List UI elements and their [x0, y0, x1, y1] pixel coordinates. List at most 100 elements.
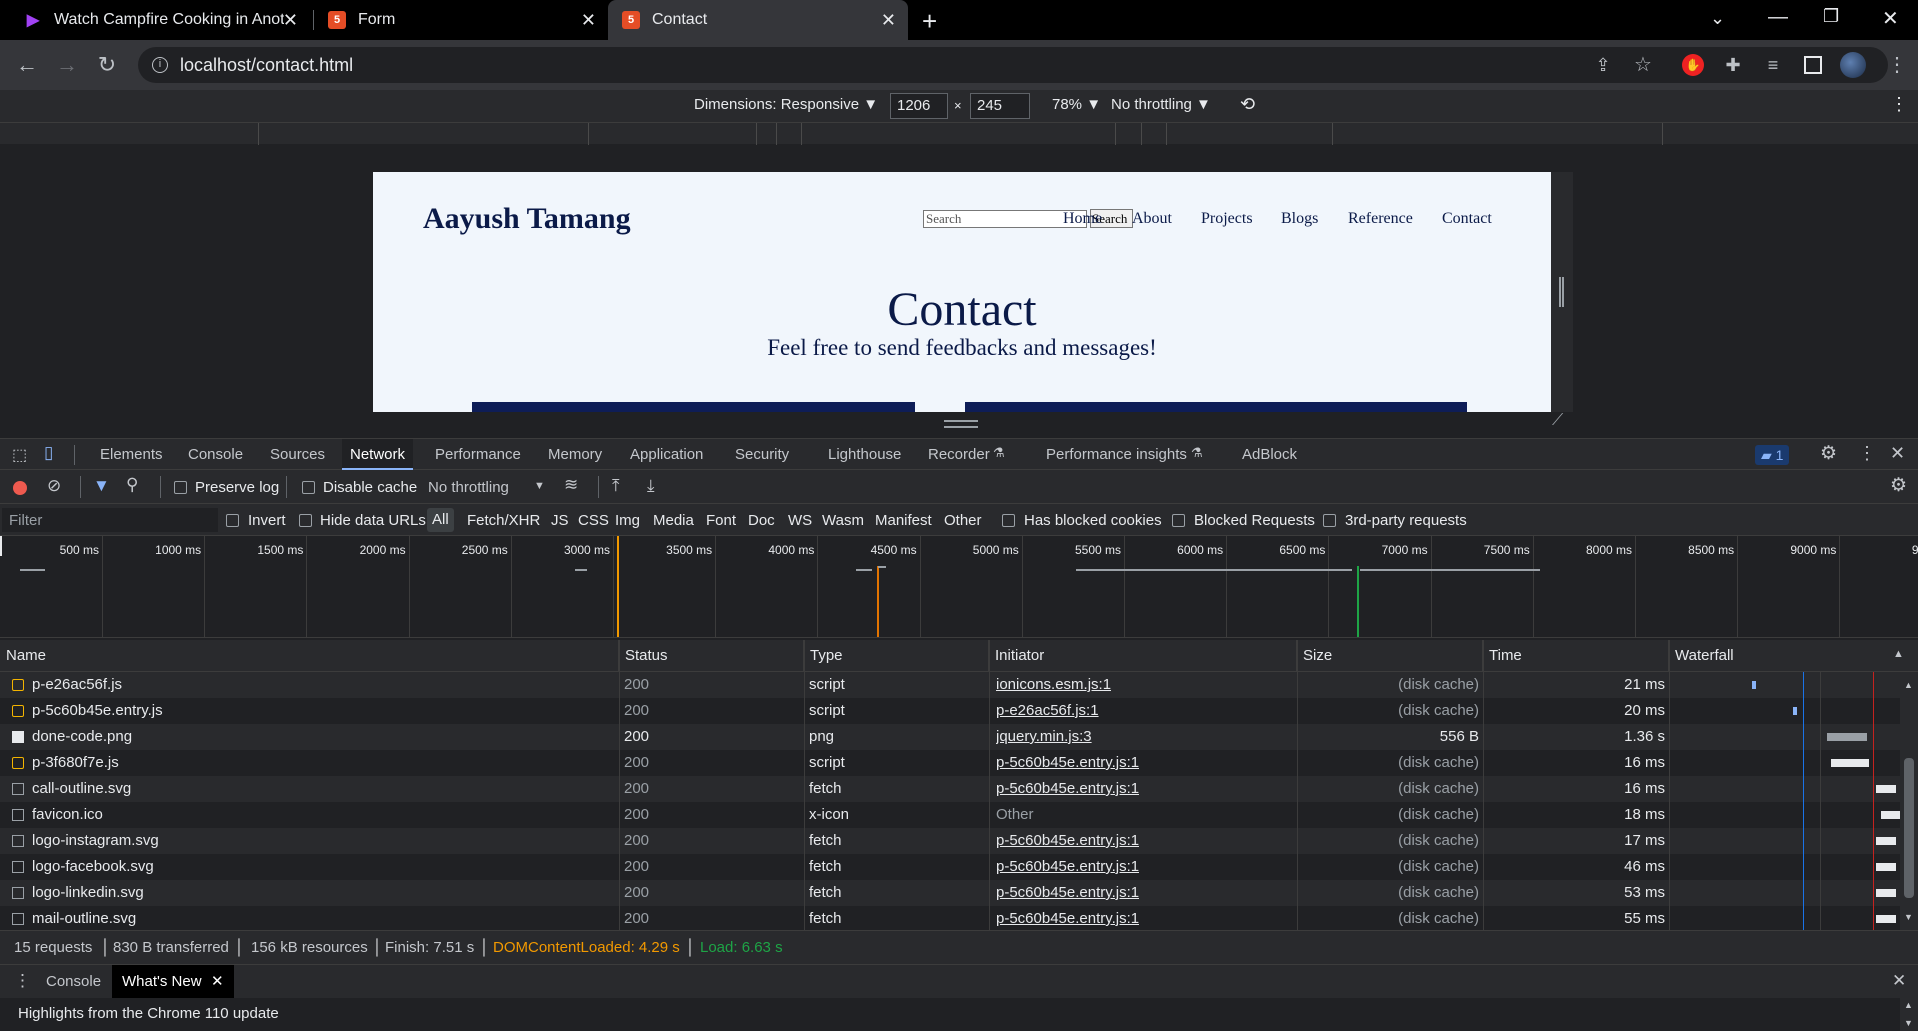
- drawer-tab-console[interactable]: Console: [36, 965, 111, 998]
- tab-security[interactable]: Security: [727, 439, 797, 470]
- forward-icon[interactable]: →: [54, 53, 80, 77]
- tab-application[interactable]: Application: [622, 439, 711, 470]
- browser-tab[interactable]: ▶ Watch Campfire Cooking in Anot ✕: [10, 0, 310, 40]
- request-initiator[interactable]: ionicons.esm.js:1: [996, 672, 1111, 698]
- close-drawer-icon[interactable]: ✕: [1892, 971, 1906, 991]
- chevron-down-icon[interactable]: ▼: [534, 480, 545, 492]
- browser-tab[interactable]: 5 Form ✕: [314, 0, 608, 40]
- table-row[interactable]: p-5c60b45e.entry.js 200 script p-e26ac56f.j…: [0, 698, 1918, 724]
- device-more-icon[interactable]: ⋮: [1890, 94, 1908, 115]
- rotate-icon[interactable]: ⟲: [1240, 94, 1255, 115]
- network-conditions-icon[interactable]: ≋: [564, 475, 578, 495]
- media-control-icon[interactable]: ≡: [1760, 53, 1786, 77]
- hide-data-urls-checkbox[interactable]: [299, 514, 312, 527]
- table-row[interactable]: done-code.png 200 png jquery.min.js:3 556 B 1…: [0, 724, 1918, 750]
- request-initiator[interactable]: jquery.min.js:3: [996, 724, 1092, 750]
- corner-resize-icon[interactable]: ⟋: [1552, 412, 1563, 430]
- tab-performance-insights[interactable]: Performance insights: [1038, 439, 1195, 470]
- resize-handle-icon[interactable]: [1559, 277, 1564, 307]
- col-waterfall[interactable]: Waterfall: [1669, 640, 1918, 672]
- tab-sources[interactable]: Sources: [262, 439, 333, 470]
- record-icon[interactable]: [13, 481, 27, 495]
- col-initiator[interactable]: Initiator: [989, 640, 1297, 672]
- close-tab-icon[interactable]: ✕: [881, 10, 896, 31]
- drawer-tab-whats-new[interactable]: What's New ✕: [112, 965, 234, 998]
- import-har-icon[interactable]: ⤒: [612, 476, 620, 496]
- disable-cache-checkbox[interactable]: [302, 481, 315, 494]
- request-initiator[interactable]: p-5c60b45e.entry.js:1: [996, 880, 1139, 906]
- type-filter-fetch-xhr[interactable]: Fetch/XHR: [467, 512, 540, 529]
- table-row[interactable]: mail-outline.svg 200 fetch p-5c60b45e.entry…: [0, 906, 1918, 930]
- issues-badge[interactable]: ▰ 1: [1755, 445, 1790, 465]
- media-query-segment[interactable]: [259, 123, 589, 145]
- viewport-bottom-resizer[interactable]: [944, 420, 978, 428]
- nav-about[interactable]: About: [1132, 210, 1172, 228]
- search-icon[interactable]: ⚲: [126, 475, 138, 495]
- type-filter-font[interactable]: Font: [706, 512, 736, 529]
- close-devtools-icon[interactable]: ✕: [1890, 443, 1905, 464]
- type-filter-js[interactable]: JS: [551, 512, 569, 529]
- drawer-menu-icon[interactable]: ⋮: [14, 971, 31, 991]
- table-row[interactable]: call-outline.svg 200 fetch p-5c60b45e.entry…: [0, 776, 1918, 802]
- network-throttling-select[interactable]: No throttling: [428, 479, 509, 496]
- tab-performance[interactable]: Performance: [427, 439, 529, 470]
- viewport-right-resizer[interactable]: [1551, 172, 1573, 412]
- network-settings-gear-icon[interactable]: ⚙: [1890, 474, 1907, 497]
- reload-icon[interactable]: ↻: [94, 53, 120, 77]
- browser-tab-active[interactable]: 5 Contact ✕: [608, 0, 908, 40]
- invert-checkbox[interactable]: [226, 514, 239, 527]
- clear-icon[interactable]: ⊘: [47, 476, 61, 496]
- address-bar[interactable]: i localhost/contact.html: [138, 47, 1888, 83]
- media-query-segment[interactable]: [589, 123, 757, 145]
- type-filter-css[interactable]: CSS: [578, 512, 609, 529]
- tab-console[interactable]: Console: [180, 439, 251, 470]
- extensions-icon[interactable]: ✚: [1720, 53, 1746, 77]
- nav-projects[interactable]: Projects: [1201, 210, 1253, 228]
- col-size[interactable]: Size: [1297, 640, 1483, 672]
- minimize-icon[interactable]: —: [1768, 6, 1788, 29]
- scroll-up-icon[interactable]: ▲: [1904, 680, 1913, 690]
- col-time[interactable]: Time: [1483, 640, 1669, 672]
- request-initiator[interactable]: p-5c60b45e.entry.js:1: [996, 906, 1139, 930]
- media-query-segment[interactable]: [777, 123, 802, 145]
- request-initiator[interactable]: p-5c60b45e.entry.js:1: [996, 750, 1139, 776]
- sort-ascending-icon[interactable]: ▲: [1893, 648, 1904, 660]
- media-query-segment[interactable]: [1116, 123, 1142, 145]
- filter-input[interactable]: Filter: [2, 508, 218, 532]
- third-party-checkbox[interactable]: [1323, 514, 1336, 527]
- scroll-up-icon[interactable]: ▲: [1904, 1000, 1913, 1010]
- restore-icon[interactable]: ❐: [1823, 6, 1839, 27]
- scrollbar-thumb[interactable]: [1904, 758, 1914, 898]
- type-filter-doc[interactable]: Doc: [748, 512, 775, 529]
- media-query-segment[interactable]: [1142, 123, 1167, 145]
- bookmark-star-icon[interactable]: ☆: [1630, 53, 1656, 77]
- devtools-more-icon[interactable]: ⋮: [1858, 443, 1876, 464]
- nav-contact[interactable]: Contact: [1442, 210, 1492, 228]
- throttling-dropdown[interactable]: No throttling ▼: [1111, 96, 1211, 113]
- close-tab-icon[interactable]: ✕: [581, 10, 596, 31]
- media-query-segment[interactable]: [1167, 123, 1333, 145]
- close-window-icon[interactable]: ✕: [1882, 6, 1899, 31]
- new-tab-icon[interactable]: +: [922, 6, 937, 37]
- site-info-icon[interactable]: i: [152, 57, 168, 73]
- nav-reference[interactable]: Reference: [1348, 210, 1413, 228]
- tab-network[interactable]: Network: [342, 439, 414, 470]
- request-initiator[interactable]: p-5c60b45e.entry.js:1: [996, 854, 1139, 880]
- media-query-segment[interactable]: [0, 123, 259, 145]
- avatar[interactable]: [1840, 52, 1866, 78]
- blocked-cookies-checkbox[interactable]: [1002, 514, 1015, 527]
- request-initiator[interactable]: p-5c60b45e.entry.js:1: [996, 828, 1139, 854]
- share-icon[interactable]: ⇪: [1590, 53, 1616, 77]
- type-filter-ws[interactable]: WS: [788, 512, 812, 529]
- nav-home[interactable]: Home: [1063, 210, 1102, 228]
- close-drawer-tab-icon[interactable]: ✕: [211, 965, 224, 998]
- scroll-down-icon[interactable]: ▼: [1904, 1018, 1913, 1028]
- tab-recorder[interactable]: Recorder: [920, 439, 998, 470]
- table-row[interactable]: logo-instagram.svg 200 fetch p-5c60b45e.ent…: [0, 828, 1918, 854]
- menu-kebab-icon[interactable]: ⋮: [1884, 53, 1910, 77]
- settings-gear-icon[interactable]: ⚙: [1820, 442, 1837, 465]
- viewport-width-input[interactable]: 1206: [890, 93, 948, 119]
- media-query-segment[interactable]: [1663, 123, 1918, 145]
- viewport-height-input[interactable]: 245: [970, 93, 1030, 119]
- network-overview-timeline[interactable]: 500 ms 1000 ms 1500 ms 2000 ms 2500 ms 3000 m…: [0, 536, 1918, 638]
